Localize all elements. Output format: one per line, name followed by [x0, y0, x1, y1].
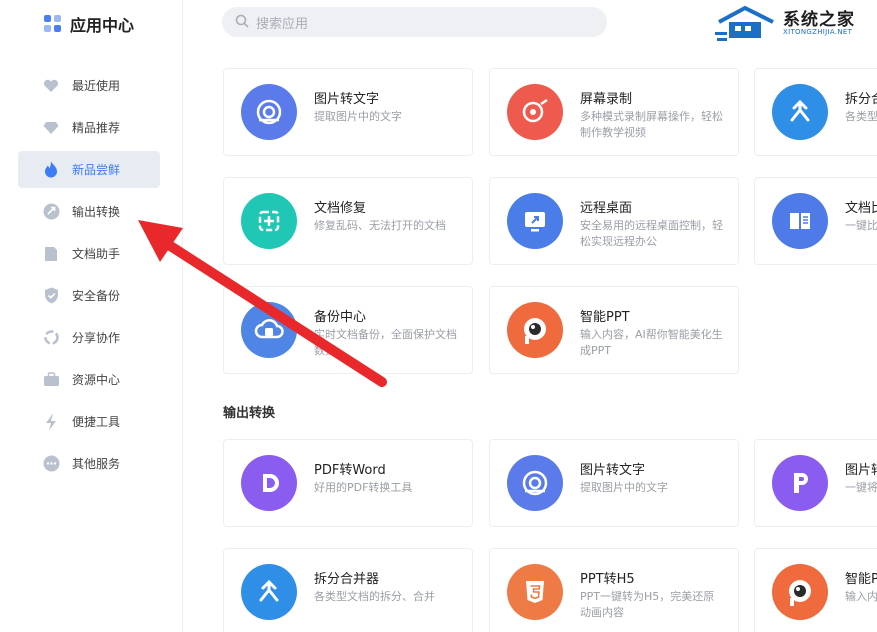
app-card-image-to-pdf[interactable]: 图片转 一键将 — [754, 439, 877, 527]
brand-watermark: 系统之家 XITONGZHIJIA.NET — [715, 2, 875, 42]
app-card-split-merge[interactable]: 拆分合 各类型 — [754, 68, 877, 156]
app-card-image-to-text-2[interactable]: 图片转文字 提取图片中的文字 — [489, 439, 739, 527]
app-card-remote-desktop[interactable]: 远程桌面 安全易用的远程桌面控制，轻松实现远程办公 — [489, 177, 739, 265]
sidebar-item-label: 便捷工具 — [72, 415, 121, 429]
sidebar: 应用中心 最近使用 精品推荐 新品尝鲜 输出转换 文档助手 安全备份 分享协作 … — [0, 0, 183, 632]
card-title: PPT转H5 — [580, 572, 635, 587]
sidebar-item-featured[interactable]: 精品推荐 — [18, 109, 160, 146]
app-card-doc-repair[interactable]: 文档修复 修复乱码、无法打开的文档 — [223, 177, 473, 265]
sidebar-item-label: 资源中心 — [72, 373, 121, 387]
card-desc: 修复乱码、无法打开的文档 — [314, 219, 446, 232]
card-title: 图片转文字 — [314, 92, 380, 107]
app-title: 应用中心 — [70, 16, 135, 35]
brand-url: XITONGZHIJIA.NET — [783, 28, 853, 36]
ocr-icon — [241, 84, 297, 140]
sidebar-nav: 最近使用 精品推荐 新品尝鲜 输出转换 文档助手 安全备份 分享协作 资源中心 … — [18, 67, 160, 487]
doc-compare-icon — [772, 193, 828, 249]
app-grid-icon — [44, 15, 62, 33]
share-icon — [42, 329, 60, 347]
app-card-backup-center[interactable]: 备份中心 实时文档备份，全面保护文档数据 — [223, 286, 473, 374]
sidebar-item-share[interactable]: 分享协作 — [18, 319, 160, 356]
card-title: 文档修复 — [314, 201, 367, 216]
card-desc: 一键将 — [845, 481, 877, 494]
html5-icon — [507, 564, 563, 620]
card-title: 拆分合 — [845, 92, 877, 107]
sidebar-item-label: 其他服务 — [72, 457, 121, 471]
smart-ppt-icon — [507, 302, 563, 358]
sidebar-item-other[interactable]: 其他服务 — [18, 445, 160, 482]
section-title-output-convert: 输出转换 — [223, 406, 276, 421]
card-desc: 好用的PDF转换工具 — [314, 481, 413, 494]
card-desc: 各类型 — [845, 110, 877, 123]
sidebar-item-recent[interactable]: 最近使用 — [18, 67, 160, 104]
card-desc: PPT一键转为H5，完美还原动画内容 — [580, 590, 715, 619]
lightning-icon — [42, 413, 60, 431]
card-desc: 输入内化生成 — [845, 590, 877, 603]
search-icon — [235, 13, 249, 32]
sidebar-item-label: 安全备份 — [72, 289, 121, 303]
sidebar-item-label: 最近使用 — [72, 79, 121, 93]
flame-icon — [42, 161, 60, 179]
split-merge-icon — [772, 84, 828, 140]
card-title: 智能P — [845, 572, 877, 587]
sidebar-item-label: 精品推荐 — [72, 121, 121, 135]
card-title: 文档比 — [845, 201, 877, 216]
app-card-screen-record[interactable]: 屏幕录制 多种模式录制屏幕操作，轻松制作教学视频 — [489, 68, 739, 156]
brand-logo-icon — [715, 5, 774, 41]
app-card-ppt-to-h5[interactable]: PPT转H5 PPT一键转为H5，完美还原动画内容 — [489, 548, 739, 632]
app-card-split-merger[interactable]: 拆分合并器 各类型文档的拆分、合并 — [223, 548, 473, 632]
card-desc: 一键比出差异 — [845, 219, 877, 232]
heart-icon — [42, 77, 60, 95]
card-desc: 各类型文档的拆分、合并 — [314, 590, 435, 603]
app-logo: 应用中心 — [44, 12, 134, 36]
briefcase-icon — [42, 371, 60, 389]
card-desc: 实时文档备份，全面保护文档数据 — [314, 328, 457, 357]
app-card-pdf-to-word[interactable]: PDF转Word 好用的PDF转换工具 — [223, 439, 473, 527]
remote-desktop-icon — [507, 193, 563, 249]
card-desc: 安全易用的远程桌面控制，轻松实现远程办公 — [580, 219, 723, 248]
shield-icon — [42, 287, 60, 305]
convert-icon — [42, 203, 60, 221]
card-title: PDF转Word — [314, 463, 386, 478]
card-desc: 输入内容，AI帮你智能美化生成PPT — [580, 328, 723, 357]
sidebar-item-label: 文档助手 — [72, 247, 121, 261]
sidebar-item-label: 新品尝鲜 — [72, 163, 121, 177]
sidebar-item-tools[interactable]: 便捷工具 — [18, 403, 160, 440]
sidebar-item-resources[interactable]: 资源中心 — [18, 361, 160, 398]
cloud-backup-icon — [241, 302, 297, 358]
document-icon — [42, 245, 60, 263]
card-desc: 提取图片中的文字 — [314, 110, 402, 123]
app-card-smart-ppt-2[interactable]: 智能P 输入内化生成 — [754, 548, 877, 632]
card-desc: 提取图片中的文字 — [580, 481, 668, 494]
app-card-smart-ppt[interactable]: 智能PPT 输入内容，AI帮你智能美化生成PPT — [489, 286, 739, 374]
card-title: 远程桌面 — [580, 201, 633, 216]
app-card-image-to-text[interactable]: 图片转文字 提取图片中的文字 — [223, 68, 473, 156]
search-input[interactable]: 搜索应用 — [222, 7, 607, 37]
ocr-icon — [507, 455, 563, 511]
more-icon — [42, 455, 60, 473]
pdf-icon — [772, 455, 828, 511]
doc-repair-icon — [241, 193, 297, 249]
sidebar-item-label: 输出转换 — [72, 205, 121, 219]
pdf-to-word-icon — [241, 455, 297, 511]
sidebar-item-doc-assistant[interactable]: 文档助手 — [18, 235, 160, 272]
card-title: 智能PPT — [580, 310, 630, 325]
brand-name: 系统之家 — [783, 10, 855, 30]
card-desc: 多种模式录制屏幕操作，轻松制作教学视频 — [580, 110, 723, 139]
sidebar-item-convert[interactable]: 输出转换 — [18, 193, 160, 230]
card-title: 备份中心 — [314, 310, 367, 325]
smart-ppt-icon — [772, 564, 828, 620]
screen-record-icon — [507, 84, 563, 140]
search-placeholder: 搜索应用 — [256, 16, 309, 32]
card-title: 屏幕录制 — [580, 92, 633, 107]
card-title: 拆分合并器 — [314, 572, 380, 587]
sidebar-item-backup[interactable]: 安全备份 — [18, 277, 160, 314]
card-title: 图片转文字 — [580, 463, 646, 478]
app-card-doc-compare[interactable]: 文档比 一键比出差异 — [754, 177, 877, 265]
sidebar-item-label: 分享协作 — [72, 331, 121, 345]
diamond-icon — [42, 119, 60, 137]
sidebar-item-new[interactable]: 新品尝鲜 — [18, 151, 160, 188]
split-merge-icon — [241, 564, 297, 620]
card-title: 图片转 — [845, 463, 877, 478]
